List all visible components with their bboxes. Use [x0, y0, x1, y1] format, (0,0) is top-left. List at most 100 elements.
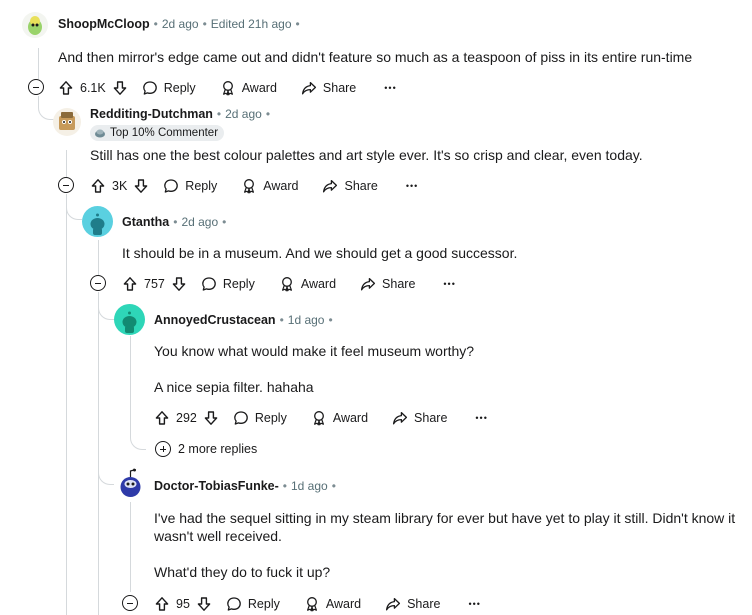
share-icon	[301, 81, 316, 95]
thread-connector	[98, 460, 114, 485]
timestamp[interactable]: 1d ago	[291, 479, 328, 493]
award-icon	[222, 81, 233, 96]
avatar-icon	[59, 112, 75, 130]
share-icon	[360, 277, 376, 291]
award-button[interactable]: Award	[304, 596, 361, 612]
award-button[interactable]: Award	[241, 178, 298, 194]
downvote-icon[interactable]	[112, 80, 128, 96]
more-options-button[interactable]: •••	[384, 83, 396, 93]
reply-button[interactable]: Reply	[163, 178, 217, 194]
thread-connector	[38, 96, 54, 120]
reply-icon	[202, 277, 216, 291]
timestamp[interactable]: 2d ago	[225, 107, 262, 121]
reply-icon	[227, 597, 241, 611]
vote-count: 6.1K	[80, 81, 106, 95]
vote-group: 292	[154, 410, 219, 426]
upvote-icon[interactable]	[122, 276, 138, 292]
upvote-icon[interactable]	[154, 596, 170, 612]
comment-meta: AnnoyedCrustacean • 1d ago •	[154, 313, 333, 327]
thread-line-level2-long	[98, 292, 99, 615]
downvote-icon[interactable]	[133, 178, 149, 194]
expand-icon[interactable]	[155, 441, 171, 457]
comment-actions: 3K Reply Award Share •••	[90, 174, 418, 198]
comment-meta: Doctor-TobiasFunke- • 1d ago •	[154, 479, 336, 493]
author-name[interactable]: Redditing-Dutchman	[90, 107, 213, 121]
reply-icon	[234, 411, 248, 425]
timestamp[interactable]: 2d ago	[162, 17, 199, 31]
author-name[interactable]: Doctor-TobiasFunke-	[154, 479, 279, 493]
timestamp[interactable]: 2d ago	[181, 215, 218, 229]
collapse-button[interactable]	[58, 177, 74, 193]
more-options-button[interactable]: •••	[475, 413, 487, 423]
comment-paragraph: I've had the sequel sitting in my steam …	[154, 510, 736, 544]
award-button[interactable]: Award	[279, 276, 336, 292]
share-button[interactable]: Share	[392, 410, 447, 426]
thread-connector	[98, 292, 114, 320]
more-options-button[interactable]: •••	[406, 181, 418, 191]
author-name[interactable]: Gtantha	[122, 215, 169, 229]
thread-line-root	[38, 48, 39, 79]
timestamp[interactable]: 1d ago	[288, 313, 325, 327]
share-icon	[386, 597, 401, 611]
downvote-icon[interactable]	[203, 410, 219, 426]
comment-actions: 95 Reply Award Share •••	[154, 592, 481, 615]
comment-body: I've had the sequel sitting in my steam …	[154, 509, 746, 581]
upvote-icon[interactable]	[58, 80, 74, 96]
award-icon	[313, 411, 324, 426]
collapse-button[interactable]	[122, 595, 138, 611]
avatar[interactable]	[114, 304, 145, 335]
comment-actions: 757 Reply Award Share •••	[122, 272, 456, 296]
avatar[interactable]	[116, 468, 145, 499]
avatar[interactable]	[53, 108, 81, 136]
downvote-icon[interactable]	[171, 276, 187, 292]
avatar-icon	[28, 16, 42, 35]
comment-paragraph: It should be in a museum. And we should …	[122, 245, 518, 261]
vote-count: 3K	[112, 179, 128, 193]
reply-button[interactable]: Reply	[201, 276, 255, 292]
comment-body: Still has one the best colour palettes a…	[90, 146, 740, 164]
share-icon	[392, 411, 408, 425]
share-button[interactable]: Share	[385, 596, 440, 612]
snoo-avatar-icon	[90, 213, 105, 235]
share-button[interactable]: Share	[301, 80, 356, 96]
reply-button[interactable]: Reply	[226, 596, 280, 612]
award-icon	[244, 179, 255, 194]
collapse-button[interactable]	[90, 275, 106, 291]
share-button[interactable]: Share	[322, 178, 378, 194]
comment-paragraph: What'd they do to fuck it up?	[154, 564, 331, 580]
upvote-icon[interactable]	[90, 178, 106, 194]
avatar[interactable]	[82, 206, 113, 237]
more-options-button[interactable]: •••	[468, 599, 480, 609]
comment-meta: ShoopMcCloop • 2d ago • Edited 21h ago •	[58, 17, 300, 31]
downvote-icon[interactable]	[196, 596, 212, 612]
avatar[interactable]	[22, 12, 48, 38]
more-replies-link[interactable]: 2 more replies	[178, 442, 257, 456]
more-options-button[interactable]: •••	[443, 279, 455, 289]
reply-button[interactable]: Reply	[233, 410, 287, 426]
vote-count: 292	[176, 411, 197, 425]
comment-meta: Redditing-Dutchman • 2d ago •	[90, 107, 271, 121]
collapse-button[interactable]	[28, 79, 44, 95]
thread-connector	[66, 194, 82, 220]
thread-connector	[130, 420, 146, 450]
award-icon	[306, 597, 317, 612]
share-button[interactable]: Share	[360, 276, 415, 292]
vote-group: 95	[154, 596, 212, 612]
upvote-icon[interactable]	[154, 410, 170, 426]
flair-badge: Top 10% Commenter	[90, 125, 225, 141]
award-button[interactable]: Award	[311, 410, 368, 426]
thread-line-level1	[66, 150, 67, 177]
avatar-icon	[120, 468, 141, 497]
author-name[interactable]: AnnoyedCrustacean	[154, 313, 276, 327]
thread-line-level2	[98, 240, 99, 275]
reply-button[interactable]: Reply	[142, 80, 196, 96]
comment-paragraph: A nice sepia filter. hahaha	[154, 379, 314, 395]
comment-meta: Gtantha • 2d ago •	[122, 215, 227, 229]
award-button[interactable]: Award	[220, 80, 277, 96]
reply-icon	[142, 81, 157, 95]
author-name[interactable]: ShoopMcCloop	[58, 17, 150, 31]
vote-group: 6.1K	[58, 80, 128, 96]
share-icon	[323, 179, 338, 193]
comment-paragraph: Still has one the best colour palettes a…	[90, 147, 643, 163]
award-icon	[281, 277, 292, 292]
